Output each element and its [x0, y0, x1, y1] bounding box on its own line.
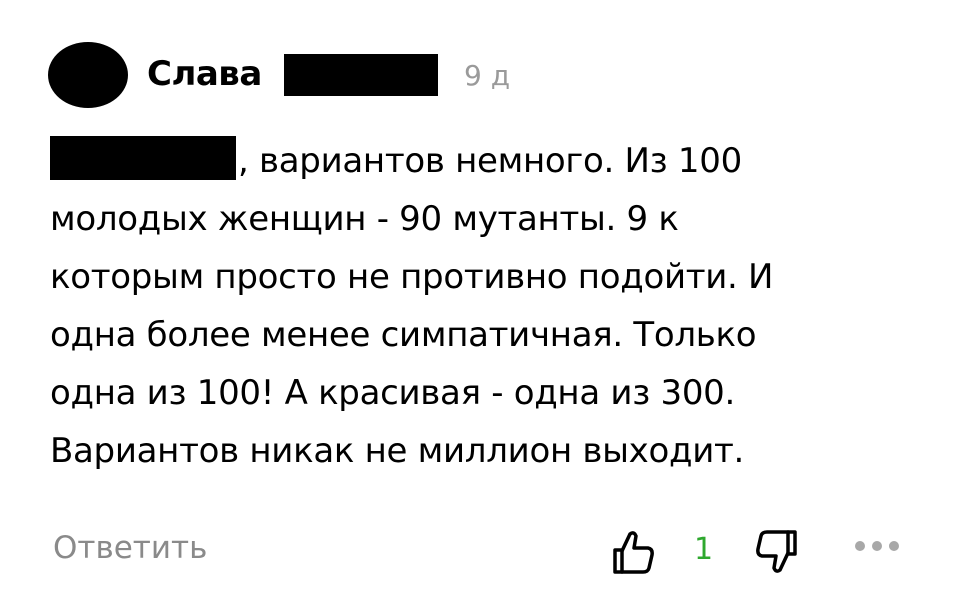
comment-text-line: одна из 100! А красивая - одна из 300.: [50, 373, 735, 413]
author-name[interactable]: Слава: [147, 52, 262, 96]
reply-button[interactable]: Ответить: [53, 528, 207, 568]
redacted-text: [50, 136, 236, 180]
more-horizontal-icon[interactable]: [854, 536, 900, 556]
comment-text-line: Вариантов никак не миллион выходит.: [50, 431, 745, 471]
comment-text-line: , вариантов немного. Из 100: [50, 132, 930, 190]
redacted-surname: [284, 54, 438, 96]
thumbs-up-icon[interactable]: [608, 526, 660, 578]
comment-time[interactable]: 9 д: [464, 58, 510, 94]
comment-text: , вариантов немного. Из 100 молодых женщ…: [50, 132, 930, 480]
comment-text-fragment: , вариантов немного. Из 100: [238, 141, 742, 181]
avatar[interactable]: [48, 42, 128, 108]
comment-text-line: молодых женщин - 90 мутанты. 9 к: [50, 199, 679, 239]
comment-text-line: которым просто не противно подойти. И: [50, 257, 774, 297]
comment-text-line: одна более менее симпатичная. Только: [50, 315, 757, 355]
likes-count: 1: [694, 532, 714, 567]
thumbs-down-icon[interactable]: [750, 526, 802, 578]
